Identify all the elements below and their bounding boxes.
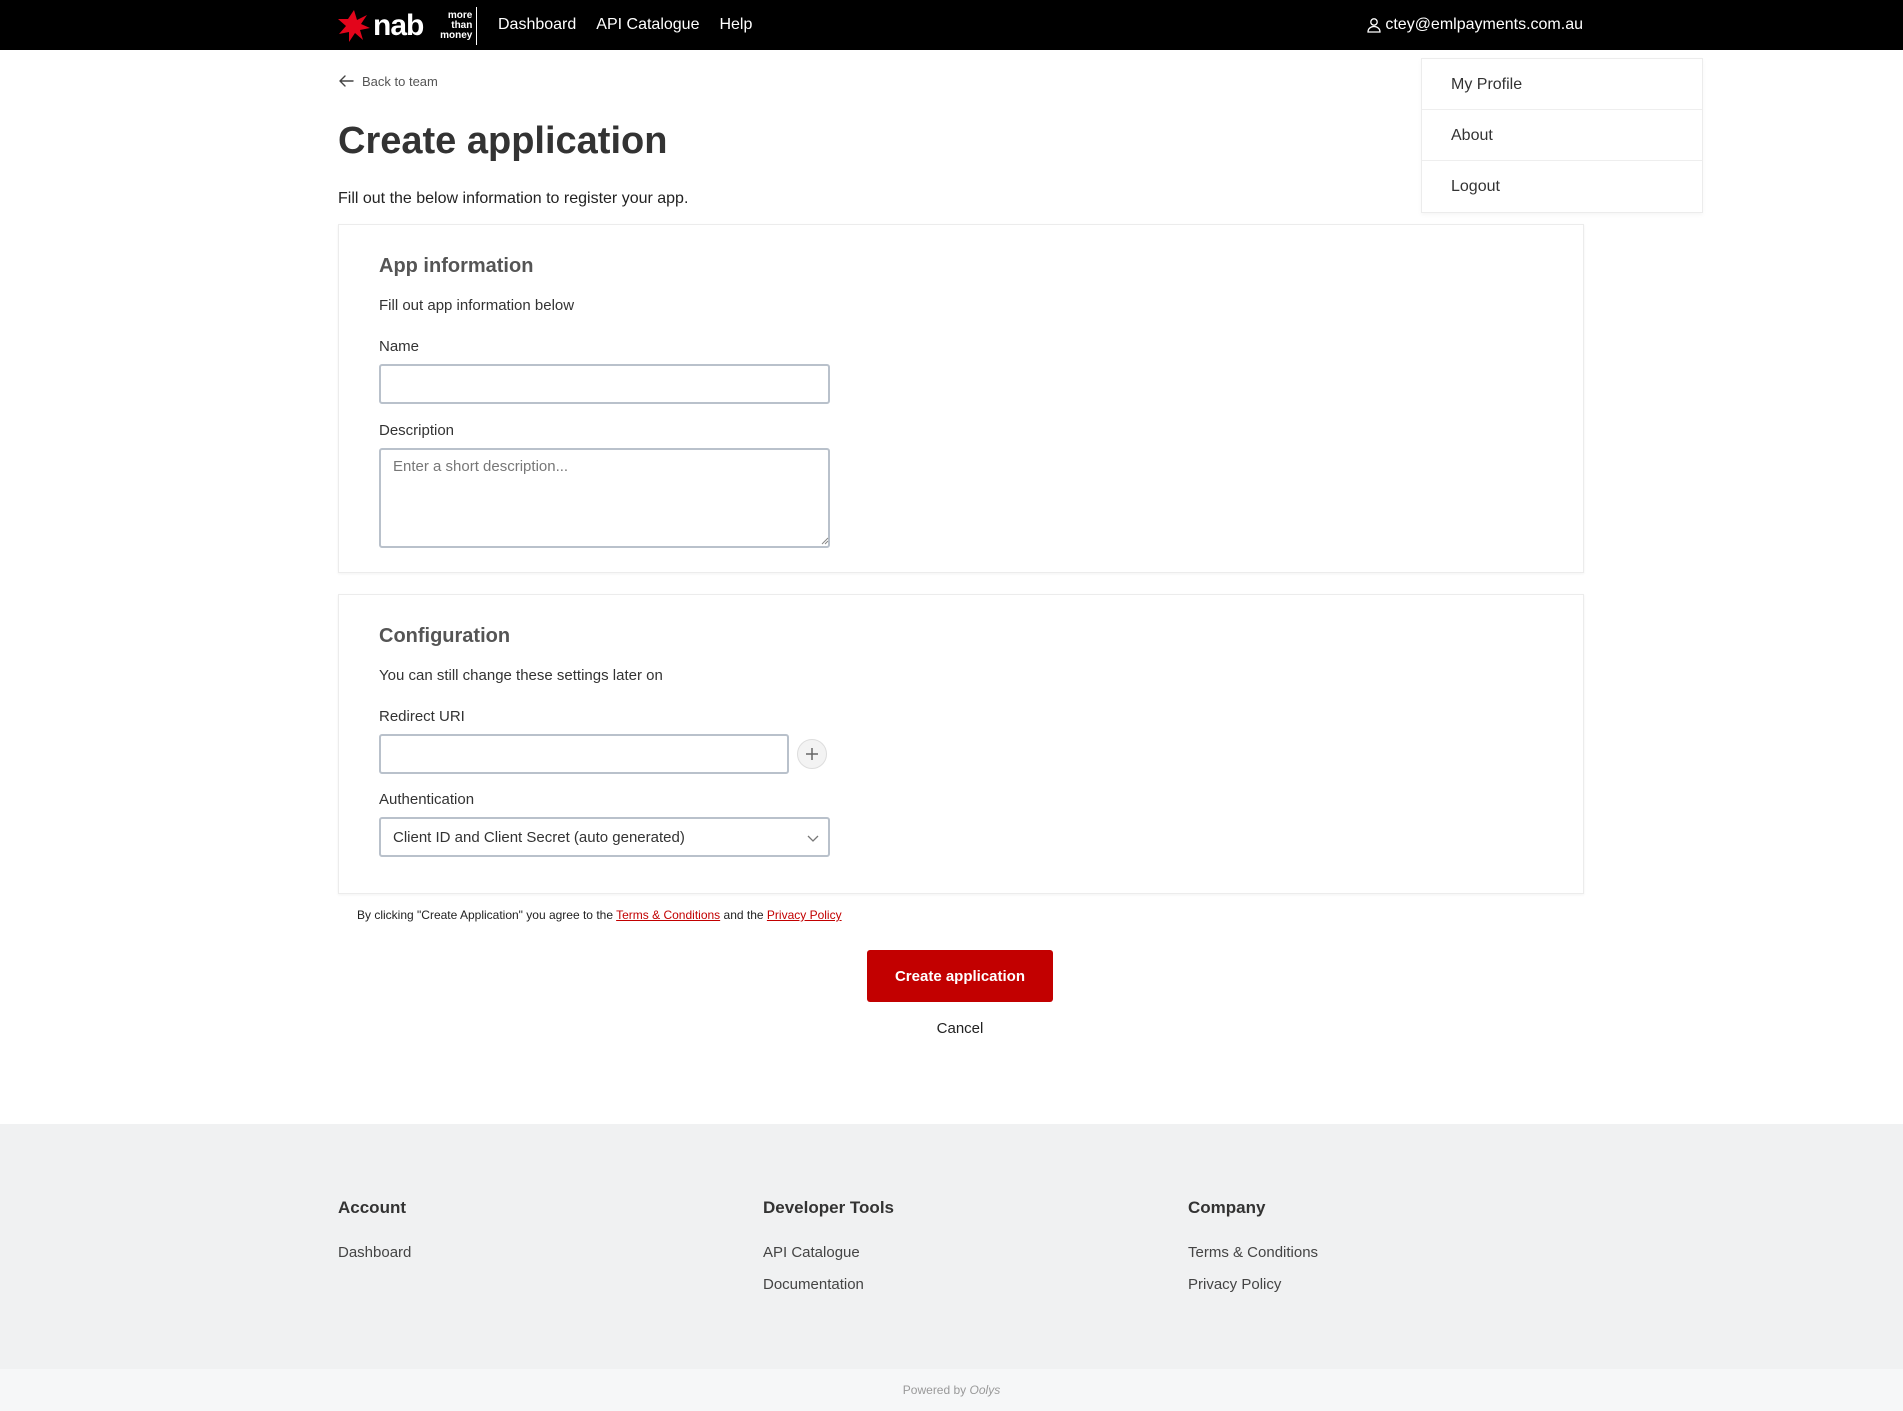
- description-textarea[interactable]: [379, 448, 830, 548]
- nav-help[interactable]: Help: [719, 16, 752, 34]
- menu-item-my-profile[interactable]: My Profile: [1422, 59, 1702, 110]
- terms-middle: and the: [723, 908, 764, 922]
- page-title: Create application: [338, 120, 668, 162]
- main-nav: Dashboard API Catalogue Help: [498, 0, 772, 50]
- footer-link-terms[interactable]: Terms & Conditions: [1188, 1244, 1318, 1261]
- footer-link-documentation[interactable]: Documentation: [763, 1276, 894, 1293]
- footer-column-developer-tools: Developer Tools API Catalogue Documentat…: [763, 1198, 894, 1308]
- name-input[interactable]: [379, 364, 830, 404]
- terms-agreement-text: By clicking "Create Application" you agr…: [357, 908, 842, 922]
- name-label: Name: [379, 338, 420, 355]
- footer-link-privacy[interactable]: Privacy Policy: [1188, 1276, 1318, 1293]
- menu-item-about[interactable]: About: [1422, 110, 1702, 161]
- nav-dashboard[interactable]: Dashboard: [498, 16, 576, 34]
- privacy-policy-link[interactable]: Privacy Policy: [767, 908, 842, 922]
- user-dropdown-menu: My Profile About Logout: [1421, 58, 1703, 213]
- back-to-team-link[interactable]: Back to team: [338, 73, 438, 89]
- description-label: Description: [379, 422, 455, 439]
- footer-heading: Developer Tools: [763, 1198, 894, 1217]
- top-navbar: nab more than money Dashboard API Catalo…: [0, 0, 1903, 50]
- configuration-description: You can still change these settings late…: [379, 667, 663, 684]
- powered-by-brand[interactable]: Oolys: [970, 1383, 1001, 1397]
- create-application-button[interactable]: Create application: [867, 950, 1053, 1002]
- terms-conditions-link[interactable]: Terms & Conditions: [616, 908, 720, 922]
- terms-prefix: By clicking "Create Application" you agr…: [357, 908, 613, 922]
- user-icon: [1367, 18, 1381, 33]
- plus-icon: [806, 748, 818, 760]
- powered-by-bar: Powered by Oolys: [0, 1369, 1903, 1411]
- app-info-description: Fill out app information below: [379, 297, 575, 314]
- user-menu[interactable]: ctey@emlpayments.com.au: [1366, 0, 1583, 50]
- cancel-button[interactable]: Cancel: [867, 1020, 1053, 1037]
- site-footer: Account Dashboard Developer Tools API Ca…: [0, 1124, 1903, 1369]
- chevron-down-icon: [807, 835, 819, 842]
- authentication-label: Authentication: [379, 791, 475, 808]
- configuration-title: Configuration: [379, 625, 511, 647]
- nav-api-catalogue[interactable]: API Catalogue: [596, 16, 699, 34]
- authentication-select[interactable]: Client ID and Client Secret (auto genera…: [379, 817, 830, 857]
- configuration-card: Configuration You can still change these…: [338, 594, 1584, 894]
- back-link-label: Back to team: [362, 73, 438, 89]
- footer-link-api-catalogue[interactable]: API Catalogue: [763, 1244, 894, 1261]
- logo-tagline-line: money: [440, 30, 473, 41]
- logo-wordmark: nab: [373, 9, 424, 42]
- nab-star-icon: [338, 10, 370, 42]
- user-email: ctey@emlpayments.com.au: [1385, 16, 1583, 33]
- redirect-uri-label: Redirect URI: [379, 708, 465, 725]
- footer-column-account: Account Dashboard: [338, 1198, 411, 1276]
- nab-logo[interactable]: nab more than money: [337, 7, 478, 45]
- resize-grip-icon[interactable]: [819, 535, 829, 545]
- authentication-selected-value: Client ID and Client Secret (auto genera…: [393, 828, 685, 846]
- footer-column-company: Company Terms & Conditions Privacy Polic…: [1188, 1198, 1318, 1308]
- app-info-title: App information: [379, 255, 534, 277]
- add-redirect-uri-button[interactable]: [797, 739, 827, 769]
- logo-tagline: more than money: [433, 7, 478, 45]
- powered-by-prefix: Powered by: [902, 1383, 967, 1397]
- footer-heading: Company: [1188, 1198, 1266, 1217]
- footer-heading: Account: [338, 1198, 406, 1217]
- app-information-card: App information Fill out app information…: [338, 224, 1584, 573]
- redirect-uri-input[interactable]: [379, 734, 789, 774]
- menu-item-logout[interactable]: Logout: [1422, 161, 1702, 212]
- page-subtitle: Fill out the below information to regist…: [338, 190, 689, 207]
- footer-link-dashboard[interactable]: Dashboard: [338, 1244, 411, 1261]
- arrow-left-icon: [339, 75, 354, 87]
